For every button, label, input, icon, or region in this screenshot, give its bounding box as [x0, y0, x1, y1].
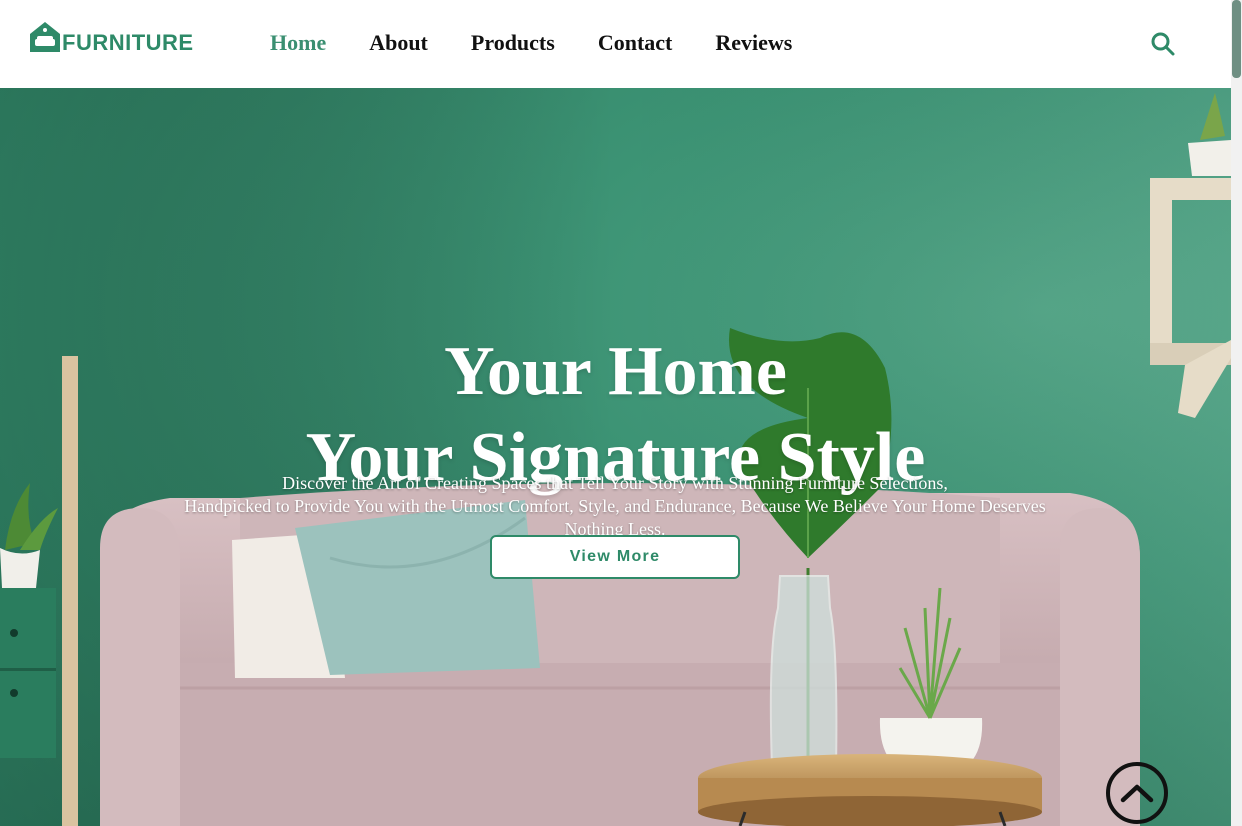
brand-name: FURNITURE [62, 30, 194, 55]
hero-content: Your Home Your Signature Style Discover … [0, 88, 1231, 826]
search-button[interactable] [1150, 31, 1176, 57]
nav-products[interactable]: Products [471, 30, 555, 56]
logo[interactable]: FURNITURE [28, 20, 194, 54]
hero-section: Your Home Your Signature Style Discover … [0, 88, 1231, 826]
house-sofa-icon [30, 22, 60, 52]
nav-contact[interactable]: Contact [598, 30, 673, 56]
view-more-button[interactable]: View More [490, 535, 740, 579]
hero-description-line1: Discover the Art of Creating Spaces that… [282, 473, 948, 493]
chevron-up-icon [1120, 784, 1154, 803]
search-icon [1151, 32, 1175, 56]
scrollbar-thumb[interactable] [1232, 0, 1241, 78]
nav-home[interactable]: Home [270, 30, 326, 56]
nav-reviews[interactable]: Reviews [715, 30, 792, 56]
hero-title-line1: Your Home [444, 332, 787, 410]
hero-description: Discover the Art of Creating Spaces that… [120, 472, 1110, 541]
main-nav: Home About Products Contact Reviews [270, 30, 835, 56]
hero-description-line2: Handpicked to Provide You with the Utmos… [184, 496, 1046, 516]
scrollbar[interactable] [1231, 0, 1242, 826]
nav-about[interactable]: About [369, 30, 428, 56]
scroll-to-top-button[interactable] [1106, 762, 1168, 824]
site-header: FURNITURE Home About Products Contact Re… [0, 0, 1231, 88]
